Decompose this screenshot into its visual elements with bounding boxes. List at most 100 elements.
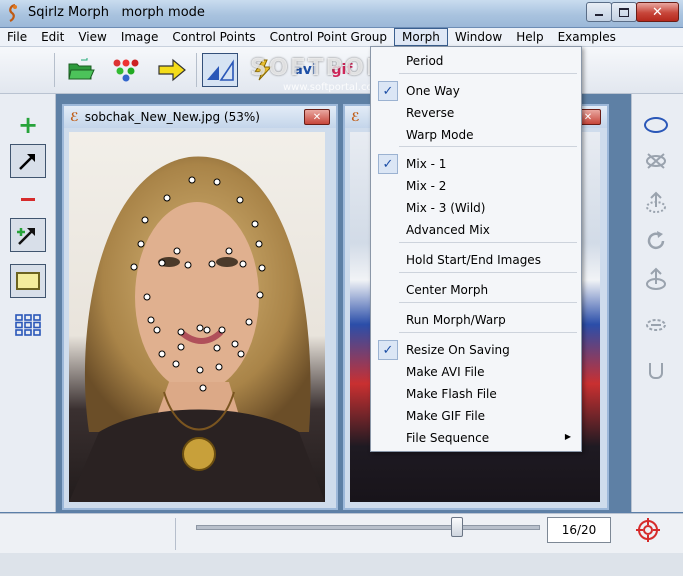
minimize-button[interactable] [586,2,612,22]
menu-edit[interactable]: Edit [34,28,71,46]
close-icon: ✕ [583,111,593,123]
morph-menu-item-mix-2[interactable]: Mix - 2 [371,175,581,197]
menu-item-label: Mix - 1 [406,157,447,171]
target-button[interactable] [634,517,662,543]
u-shape-icon [649,363,663,379]
group-ellipse-button[interactable] [638,108,674,142]
menu-item-label: One Way [406,84,460,98]
morph-menu-item-hold-start-end-images[interactable]: Hold Start/End Images [371,249,581,271]
morph-triangles-button[interactable] [202,53,238,87]
crosshair-target-icon [636,518,660,542]
open-folder-button[interactable] [64,53,98,87]
menu-item-label: Make Flash File [406,387,497,401]
morph-menu-item-resize-on-saving[interactable]: ✓ Resize On Saving [371,339,581,361]
move-point-group-button[interactable] [10,218,46,252]
minus-icon [21,197,35,201]
image-window-close-button[interactable]: ✕ [304,109,330,125]
forward-arrow-button[interactable] [155,53,189,87]
morph-menu-item-make-avi-file[interactable]: Make AVI File [371,361,581,383]
bottom-strip [0,553,683,576]
menu-item-label: Run Morph/Warp [406,313,506,327]
ungroup-button[interactable] [638,354,674,388]
menu-item-label: Reverse [406,106,455,120]
morph-menu-item-make-gif-file[interactable]: Make GIF File [371,405,581,427]
move-group-up-button[interactable] [638,262,674,296]
close-icon: ✕ [652,4,663,20]
grid-button[interactable] [10,308,46,342]
menu-help[interactable]: Help [509,28,550,46]
menu-separator [399,146,577,147]
window-title: Sqirlz Morph morph mode [28,5,205,20]
frame-counter: 16/20 [547,517,611,543]
title-bar: Sqirlz Morph morph mode ✕ [0,0,683,28]
image-window-start: ℰ sobchak_New_New.jpg (53%) ✕ [62,104,338,510]
add-point-button[interactable]: + [10,108,46,142]
menu-item-label: Hold Start/End Images [406,253,541,267]
close-button[interactable]: ✕ [636,2,679,22]
morph-menu-item-run-morph-warp[interactable]: Run Morph/Warp [371,309,581,331]
scale-group-button[interactable] [638,186,674,220]
morph-menu-item-period[interactable]: Period [371,50,581,72]
green-arrow-icon [17,228,35,245]
menu-file[interactable]: File [0,28,34,46]
menu-image[interactable]: Image [114,28,166,46]
grid-icon [15,314,41,336]
close-icon: ✕ [312,111,322,123]
frame-slider-thumb[interactable] [451,517,464,537]
ellipse-up-icon [646,267,666,290]
morph-menu-item-one-way[interactable]: ✓ One Way [371,80,581,102]
menu-control-point-group[interactable]: Control Point Group [263,28,394,46]
morph-menu-item-file-sequence[interactable]: File Sequence ▶ [371,427,581,449]
menu-bar: File Edit View Image Control Points Control P… [0,28,683,47]
morph-menu-item-mix-3-wild[interactable]: Mix - 3 (Wild) [371,197,581,219]
menu-control-points[interactable]: Control Points [165,28,262,46]
menu-item-label: Make GIF File [406,409,486,423]
select-rectangle-button[interactable] [10,264,46,298]
menu-view[interactable]: View [71,28,113,46]
menu-separator [399,73,577,74]
checkmark-icon: ✓ [378,154,398,174]
morph-menu-item-center-morph[interactable]: Center Morph [371,279,581,301]
menu-separator [399,302,577,303]
start-image[interactable] [69,132,325,502]
menu-morph[interactable]: Morph [394,28,448,46]
portrait-with-control-points [69,156,325,502]
rotate-group-button[interactable] [638,224,674,258]
menu-window[interactable]: Window [448,28,509,46]
yellow-arrow-icon [158,58,186,82]
checkmark-icon: ✓ [378,81,398,101]
menu-item-label: Mix - 3 (Wild) [406,201,486,215]
open-folder-icon [68,58,95,80]
morph-menu-item-make-flash-file[interactable]: Make Flash File [371,383,581,405]
rotate-icon [647,231,665,250]
menu-item-label: Resize On Saving [406,343,510,357]
menu-item-label: Advanced Mix [406,223,490,237]
delete-group-button[interactable] [638,144,674,178]
morph-menu-item-mix-1[interactable]: ✓ Mix - 1 [371,153,581,175]
control-point-colors-button[interactable] [109,53,143,87]
toolbar-separator [54,53,55,87]
menu-item-label: Warp Mode [406,128,474,142]
delete-point-button[interactable] [10,182,46,216]
morph-menu-item-advanced-mix[interactable]: Advanced Mix [371,219,581,241]
maximize-icon [619,7,629,17]
watermark-url: www.softportal.com [283,82,383,93]
squirrel-logo-icon [9,4,17,22]
dashed-ellipse-icon [646,319,666,331]
move-point-button[interactable] [10,144,46,178]
left-tool-panel: + [0,94,56,512]
image-window-title: sobchak_New_New.jpg (53%) [84,110,260,124]
toolbar-separator [196,53,197,87]
maximize-button[interactable] [611,2,637,22]
morph-menu-item-warp-mode[interactable]: Warp Mode [371,124,581,146]
menu-separator [399,242,577,243]
menu-item-label: Mix - 2 [406,179,447,193]
collapse-group-button[interactable] [638,308,674,342]
menu-item-label: Period [406,54,444,68]
right-tool-panel [631,94,683,512]
triangles-icon [207,59,234,81]
status-separator [175,518,176,550]
menu-examples[interactable]: Examples [551,28,623,46]
frame-slider-track[interactable] [196,525,540,530]
morph-menu-item-reverse[interactable]: Reverse [371,102,581,124]
